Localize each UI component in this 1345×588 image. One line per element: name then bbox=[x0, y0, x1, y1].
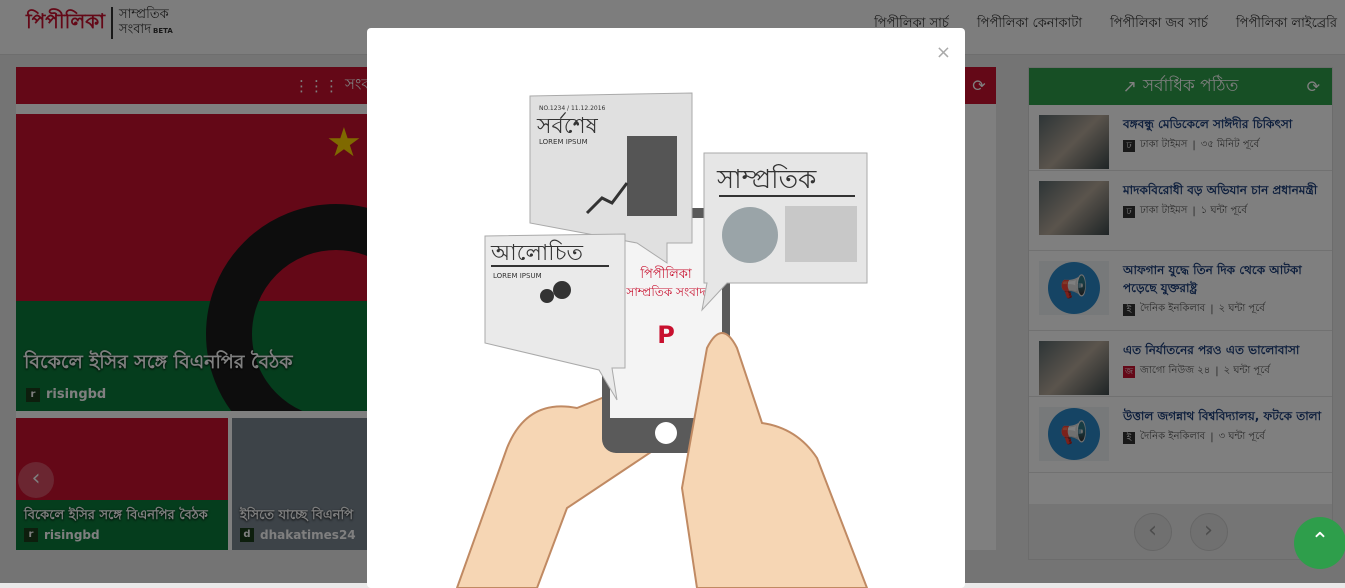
svg-text:LOREM IPSUM: LOREM IPSUM bbox=[539, 138, 588, 146]
svg-text:LOREM IPSUM: LOREM IPSUM bbox=[493, 272, 542, 280]
pipilika-logo-icon: P bbox=[657, 321, 675, 349]
right-hand-shape bbox=[680, 332, 869, 588]
svg-text:আলোচিত: আলোচিত bbox=[490, 240, 583, 266]
phone-home-button bbox=[655, 422, 677, 444]
app-illustration: পিপীলিকা সাম্প্রতিক সংবাদ P NO.1234 / 11… bbox=[455, 92, 869, 588]
people-icon bbox=[553, 281, 571, 299]
card-discussed: আলোচিত LOREM IPSUM bbox=[484, 233, 626, 401]
svg-text:সর্বশেষ: সর্বশেষ bbox=[536, 112, 599, 139]
globe-icon bbox=[722, 207, 778, 263]
svg-text:NO.1234 / 11.12.2016: NO.1234 / 11.12.2016 bbox=[539, 105, 606, 112]
scroll-to-top-button[interactable]: ⌃ bbox=[1294, 517, 1345, 569]
phone-brand: পিপীলিকা bbox=[639, 266, 692, 282]
intro-modal: × পিপীলিকা সাম্প্রতিক সংবাদ P NO.1234 / … bbox=[367, 28, 965, 588]
close-icon[interactable]: × bbox=[936, 42, 951, 63]
svg-text:সাম্প্রতিক: সাম্প্রতিক bbox=[716, 164, 817, 195]
phone-sub: সাম্প্রতিক সংবাদ bbox=[625, 285, 706, 299]
